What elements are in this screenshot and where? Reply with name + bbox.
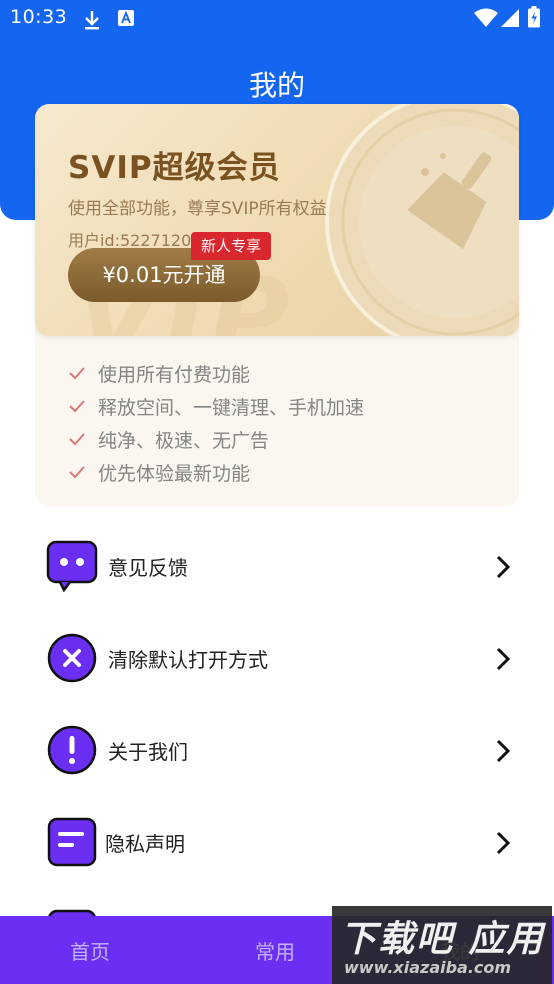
menu-label: 关于我们 [108, 740, 188, 764]
check-icon [69, 433, 85, 446]
chevron-right-icon [496, 831, 511, 855]
status-bar: 10:33 [0, 0, 554, 40]
new-user-badge: 新人专享 [191, 232, 272, 260]
chevron-right-icon [496, 555, 511, 579]
benefit-item: 释放空间、一键清理、手机加速 [35, 391, 519, 424]
broom-coin-icon [325, 104, 519, 336]
download-icon [85, 11, 99, 30]
site-watermark-logo: 下载吧 应用 www.xiazaiba.com [332, 906, 552, 984]
watermark-title: 下载吧 应用 [340, 919, 545, 960]
menu-item-privacy[interactable]: 隐私声明 [0, 802, 554, 882]
status-time: 10:33 [10, 6, 68, 28]
signal-icon [501, 9, 519, 27]
vip-subtitle: 使用全部功能，尊享SVIP所有权益 [68, 199, 327, 219]
check-icon [69, 367, 85, 380]
feedback-icon [46, 540, 98, 592]
check-icon [69, 400, 85, 413]
check-icon [69, 466, 85, 479]
app-notification-icon [118, 10, 134, 26]
info-icon [47, 725, 97, 775]
benefit-item: 优先体验最新功能 [35, 457, 519, 490]
watermark-url: www.xiazaiba.com [344, 958, 512, 977]
vip-card: VIP SVIP超级会员 使用全部功能，尊享SVIP所有权益 用户id:5227… [35, 104, 519, 336]
battery-icon [528, 6, 540, 28]
benefit-text: 优先体验最新功能 [98, 463, 251, 485]
tab-common[interactable]: 常用 [255, 936, 295, 965]
benefit-item: 使用所有付费功能 [35, 358, 519, 391]
vip-title: SVIP超级会员 [68, 150, 281, 186]
screen: 10:33 我的 使用所有付费功能 释放空间、一键清理、手机加速 纯净、极速、无… [0, 0, 554, 984]
privacy-icon [47, 817, 97, 867]
clear-icon [47, 633, 97, 683]
chevron-right-icon [496, 739, 511, 763]
menu-item-clear-default[interactable]: 清除默认打开方式 [0, 618, 554, 698]
benefit-text: 使用所有付费功能 [98, 364, 251, 386]
chevron-right-icon [496, 647, 511, 671]
menu-label: 隐私声明 [105, 832, 185, 856]
benefit-text: 释放空间、一键清理、手机加速 [98, 397, 365, 419]
benefits-panel: 使用所有付费功能 释放空间、一键清理、手机加速 纯净、极速、无广告 优先体验最新… [35, 318, 519, 506]
wifi-icon [474, 8, 498, 27]
page-title: 我的 [248, 69, 305, 102]
menu-item-feedback[interactable]: 意见反馈 [0, 526, 554, 606]
menu-label: 清除默认打开方式 [108, 648, 268, 672]
tab-home[interactable]: 首页 [70, 936, 110, 965]
benefit-text: 纯净、极速、无广告 [98, 430, 270, 452]
menu-label: 意见反馈 [108, 556, 188, 580]
menu-item-about[interactable]: 关于我们 [0, 710, 554, 790]
benefit-item: 纯净、极速、无广告 [35, 424, 519, 457]
